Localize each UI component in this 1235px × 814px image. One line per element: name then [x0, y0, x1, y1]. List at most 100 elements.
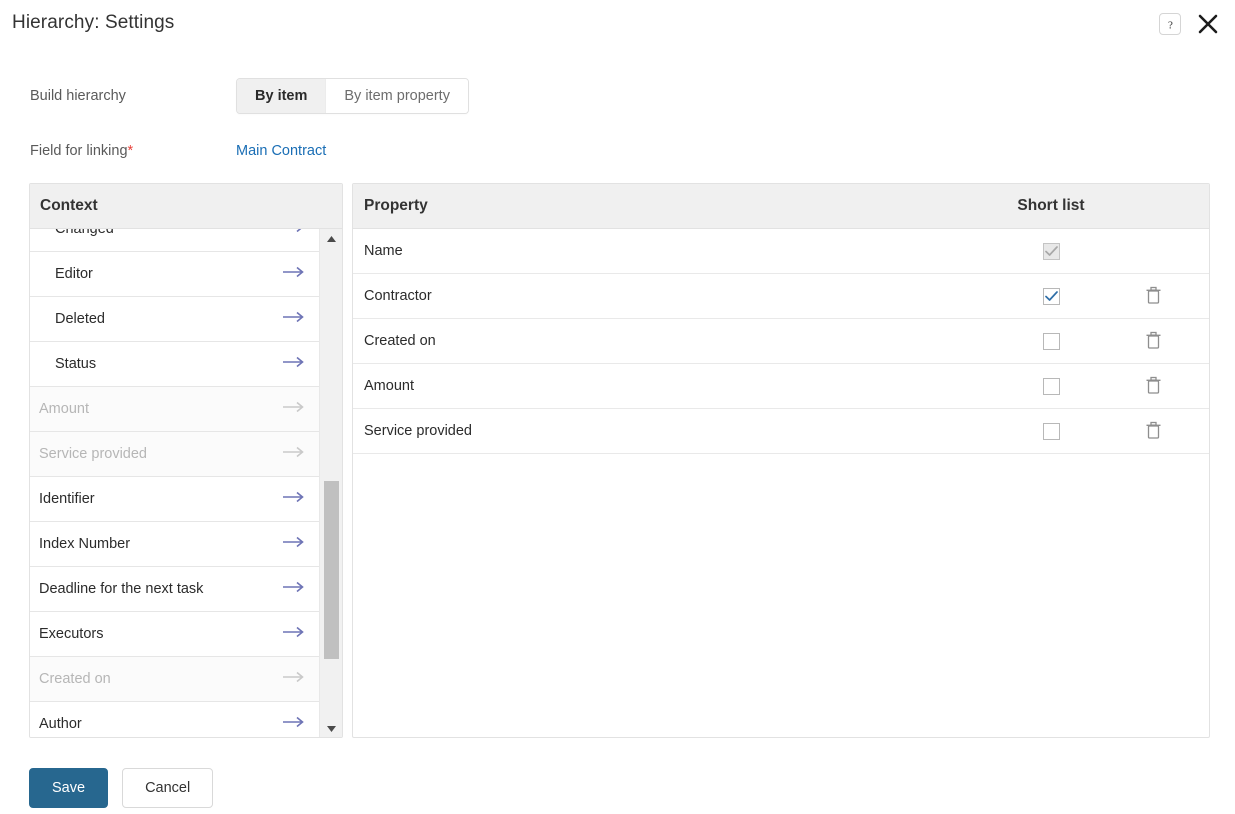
arrow-right-icon: [283, 401, 304, 413]
scrollbar-thumb[interactable]: [324, 481, 339, 659]
arrow-right-icon-wrap: [282, 446, 306, 462]
check-icon: [1044, 245, 1058, 256]
context-item-label: Deleted: [55, 311, 105, 327]
arrow-right-icon: [283, 716, 304, 728]
row-actions-cell: [1141, 373, 1209, 399]
arrow-right-icon-wrap[interactable]: [282, 311, 306, 327]
delete-property-button[interactable]: [1141, 283, 1165, 307]
table-row: Contractor: [353, 274, 1209, 319]
context-list-item: Service provided: [30, 432, 320, 477]
arrow-right-icon: [283, 626, 304, 638]
arrow-right-icon-wrap[interactable]: [282, 229, 306, 237]
arrow-right-icon-wrap[interactable]: [282, 716, 306, 732]
arrow-right-icon: [283, 311, 304, 323]
field-for-linking-value-link[interactable]: Main Contract: [236, 143, 326, 159]
arrow-right-icon: [283, 581, 304, 593]
context-list-item: Created on: [30, 657, 320, 702]
context-item-label: Editor: [55, 266, 93, 282]
field-for-linking-row: Field for linking* Main Contract: [0, 143, 326, 159]
dialog-footer: Save Cancel: [29, 768, 214, 808]
context-item-label: Author: [39, 716, 82, 732]
cancel-button[interactable]: Cancel: [122, 768, 214, 808]
delete-property-button[interactable]: [1141, 418, 1165, 442]
trash-icon: [1146, 376, 1160, 394]
context-panel: Context Changed Editor Deleted Status Amount…: [29, 183, 343, 738]
property-name-cell: Service provided: [364, 423, 472, 439]
arrow-right-icon: [283, 671, 304, 683]
context-panel-header: Context: [30, 184, 342, 229]
save-button[interactable]: Save: [29, 768, 109, 808]
hierarchy-settings-dialog: Hierarchy: Settings ? Build hierarchy By…: [0, 0, 1235, 814]
required-asterisk: *: [127, 143, 134, 159]
question-mark-icon: ?: [1168, 19, 1173, 31]
property-table-header: Property Short list: [353, 184, 1209, 229]
short-list-cell: [961, 377, 1141, 395]
build-hierarchy-row: Build hierarchy By item By item property: [0, 78, 469, 114]
property-table-body: Name Contractor Created on Amount Service pr…: [353, 229, 1209, 454]
field-for-linking-label: Field for linking*: [0, 143, 236, 159]
arrow-right-icon-wrap[interactable]: [282, 266, 306, 282]
context-item-label: Created on: [39, 671, 111, 687]
property-name-cell: Amount: [364, 378, 414, 394]
short-list-cell: [961, 242, 1141, 260]
arrow-right-icon: [283, 446, 304, 458]
context-list-item[interactable]: Deleted: [30, 297, 320, 342]
delete-property-button[interactable]: [1141, 328, 1165, 352]
short-list-checkbox[interactable]: [1042, 287, 1060, 305]
table-row: Created on: [353, 319, 1209, 364]
field-for-linking-label-text: Field for linking: [30, 143, 128, 159]
build-hierarchy-segmented-control: By item By item property: [236, 78, 469, 114]
context-list-item[interactable]: Index Number: [30, 522, 320, 567]
scroll-up-arrow-icon: [327, 236, 336, 242]
context-item-label: Changed: [55, 229, 114, 237]
svg-text:?: ?: [1168, 19, 1173, 31]
context-item-label: Amount: [39, 401, 89, 417]
tab-by-item-property[interactable]: By item property: [325, 79, 468, 113]
context-list-item[interactable]: Author: [30, 702, 320, 737]
context-item-label: Identifier: [39, 491, 95, 507]
help-button[interactable]: ?: [1159, 13, 1181, 35]
short-list-checkbox[interactable]: [1042, 332, 1060, 350]
context-list-item[interactable]: Status: [30, 342, 320, 387]
table-row: Name: [353, 229, 1209, 274]
row-actions-cell: [1141, 418, 1209, 444]
delete-property-button[interactable]: [1141, 373, 1165, 397]
short-list-cell: [961, 332, 1141, 350]
arrow-right-icon: [283, 356, 304, 368]
arrow-right-icon-wrap[interactable]: [282, 491, 306, 507]
arrow-right-icon: [296, 229, 302, 233]
scroll-up-button[interactable]: [320, 229, 342, 249]
short-list-checkbox: [1042, 242, 1060, 260]
row-actions-cell: [1141, 283, 1209, 309]
short-list-checkbox[interactable]: [1042, 422, 1060, 440]
arrow-right-icon-wrap[interactable]: [282, 536, 306, 552]
table-row: Service provided: [353, 409, 1209, 454]
context-item-label: Index Number: [39, 536, 131, 552]
tab-by-item[interactable]: By item: [237, 79, 326, 113]
context-item-label: Executors: [39, 626, 104, 642]
short-list-cell: [961, 422, 1141, 440]
check-icon: [1044, 290, 1058, 301]
arrow-right-icon: [283, 536, 304, 548]
property-name-cell: Contractor: [364, 288, 432, 304]
context-list: Changed Editor Deleted Status Amount Service …: [30, 229, 320, 737]
context-list-item[interactable]: Identifier: [30, 477, 320, 522]
scroll-down-button[interactable]: [320, 719, 342, 737]
arrow-right-icon-wrap[interactable]: [282, 356, 306, 372]
short-list-checkbox[interactable]: [1042, 377, 1060, 395]
window-controls: ?: [1159, 11, 1221, 37]
context-list-item[interactable]: Executors: [30, 612, 320, 657]
context-list-item[interactable]: Editor: [30, 252, 320, 297]
context-item-label: Deadline for the next task: [39, 581, 204, 597]
arrow-right-icon-wrap[interactable]: [282, 581, 306, 597]
close-button[interactable]: [1195, 11, 1221, 37]
property-name-cell: Name: [364, 243, 403, 259]
build-hierarchy-label: Build hierarchy: [30, 88, 126, 104]
arrow-right-icon-wrap[interactable]: [282, 626, 306, 642]
arrow-right-icon: [283, 491, 304, 503]
table-row: Amount: [353, 364, 1209, 409]
context-scrollbar[interactable]: [319, 229, 342, 737]
context-list-item[interactable]: Deadline for the next task: [30, 567, 320, 612]
context-list-item[interactable]: Changed: [30, 229, 320, 252]
context-item-label: Status: [55, 356, 97, 372]
